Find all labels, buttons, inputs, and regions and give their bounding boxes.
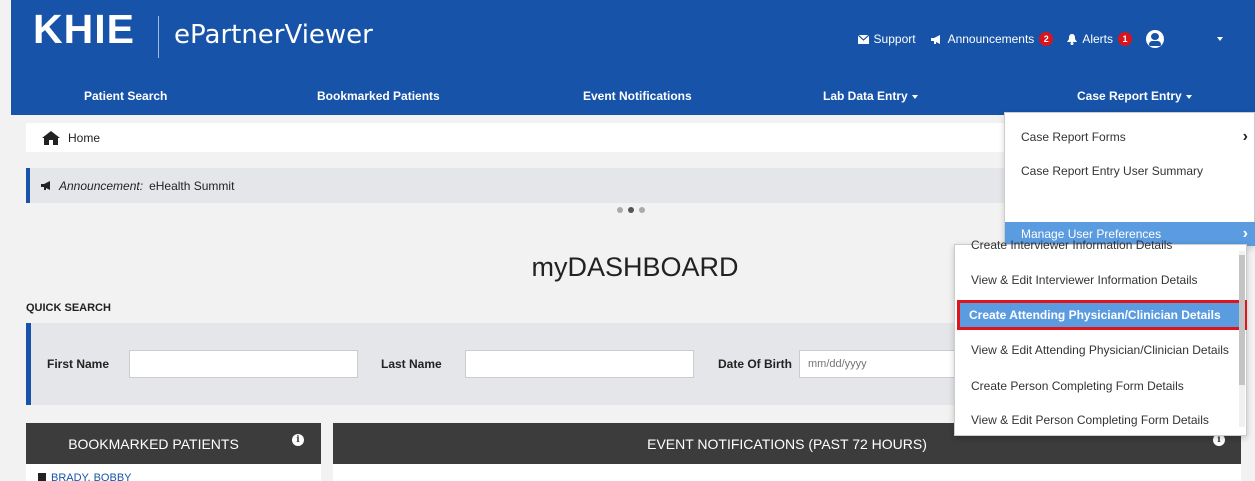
scrollbar-thumb[interactable]	[1239, 255, 1245, 385]
info-icon[interactable]: i	[292, 434, 304, 446]
nav-case-report-entry[interactable]: Case Report Entry	[1077, 83, 1192, 115]
chevron-down-icon	[1185, 94, 1192, 99]
chevron-right-icon: ›	[1242, 128, 1248, 145]
nav-case-report-entry-label: Case Report Entry	[1077, 89, 1182, 103]
megaphone-icon	[41, 181, 50, 190]
submenu-scrollbar[interactable]	[1239, 251, 1245, 427]
carousel-dot[interactable]	[617, 207, 623, 213]
quick-search-label: QUICK SEARCH	[26, 302, 111, 314]
home-icon	[42, 130, 60, 145]
submenu-item-view-edit-interviewer-info[interactable]: View & Edit Interviewer Information Deta…	[955, 265, 1239, 295]
nav-lab-data-entry[interactable]: Lab Data Entry	[823, 83, 918, 115]
submenu-item-create-interviewer-info[interactable]: Create Interviewer Information Details	[955, 230, 1239, 260]
announcement-prefix: Announcement:	[59, 178, 144, 193]
submenu-item-create-person-completing-form[interactable]: Create Person Completing Form Details	[955, 371, 1239, 401]
announcement-text[interactable]: eHealth Summit	[149, 179, 234, 193]
bookmarked-patient-name: BRADY, BOBBY	[51, 472, 132, 481]
menu-item-case-report-entry-user-summary[interactable]: Case Report Entry User Summary	[1005, 153, 1255, 189]
announcements-label: Announcements	[947, 32, 1035, 46]
bookmarked-patients-title: BOOKMARKED PATIENTS	[68, 435, 239, 452]
alerts-link[interactable]: Alerts 1	[1067, 32, 1132, 46]
submenu-item-create-attending-physician[interactable]: Create Attending Physician/Clinician Det…	[957, 300, 1247, 330]
last-name-label: Last Name	[381, 357, 442, 371]
support-label: Support	[873, 32, 916, 46]
first-name-label: First Name	[47, 357, 110, 371]
top-header: KHIE ePartnerViewer Support Announcement…	[11, 0, 1255, 83]
logo-divider	[158, 16, 159, 58]
manage-user-preferences-submenu: Create Interviewer Information Details V…	[954, 238, 1247, 436]
nav-bookmarked-patients[interactable]: Bookmarked Patients	[317, 83, 440, 115]
event-notifications-title: EVENT NOTIFICATIONS (PAST 72 HOURS)	[647, 435, 927, 452]
envelope-icon	[857, 34, 869, 44]
khie-logo[interactable]: KHIE	[33, 6, 135, 53]
main-navigation: Patient Search Bookmarked Patients Event…	[11, 83, 1255, 115]
bookmarked-patient-item[interactable]: BRADY, BOBBY	[38, 472, 132, 481]
chevron-right-icon: ›	[1242, 225, 1248, 242]
menu-item-label: Case Report Forms	[1021, 130, 1126, 144]
chevron-down-icon	[911, 94, 918, 99]
announcements-link[interactable]: Announcements 2	[930, 32, 1054, 46]
breadcrumb-home-link[interactable]: Home	[68, 131, 100, 145]
bookmark-icon	[38, 473, 46, 481]
support-link[interactable]: Support	[857, 32, 916, 46]
first-name-input[interactable]	[129, 350, 358, 378]
date-of-birth-label: Date Of Birth	[718, 357, 793, 371]
announcements-count-badge: 2	[1039, 32, 1054, 46]
bell-icon	[1067, 33, 1078, 45]
carousel-dot[interactable]	[639, 207, 645, 213]
user-menu-caret-icon	[1217, 37, 1223, 41]
carousel-indicators	[617, 207, 645, 213]
case-report-entry-dropdown: Case Report Forms › Case Report Entry Us…	[1004, 112, 1255, 246]
bookmarked-patients-panel-header: BOOKMARKED PATIENTS	[26, 423, 321, 464]
alerts-label: Alerts	[1082, 32, 1113, 46]
submenu-item-view-edit-person-completing-form[interactable]: View & Edit Person Completing Form Detai…	[955, 405, 1239, 435]
user-avatar-icon	[1146, 30, 1164, 48]
app-title: ePartnerViewer	[174, 20, 373, 50]
alerts-count-badge: 1	[1118, 32, 1132, 46]
carousel-dot-active[interactable]	[628, 207, 634, 213]
top-utility-nav: Support Announcements 2 Alerts 1	[857, 30, 1223, 48]
date-of-birth-input[interactable]	[799, 350, 959, 378]
event-notifications-panel-body	[333, 464, 1241, 481]
nav-event-notifications[interactable]: Event Notifications	[583, 83, 692, 115]
megaphone-icon	[930, 34, 940, 44]
submenu-item-view-edit-attending-physician[interactable]: View & Edit Attending Physician/Clinicia…	[955, 335, 1239, 365]
menu-item-case-report-forms[interactable]: Case Report Forms ›	[1005, 119, 1255, 155]
nav-patient-search[interactable]: Patient Search	[84, 83, 167, 115]
nav-lab-data-entry-label: Lab Data Entry	[823, 89, 908, 103]
user-menu[interactable]	[1146, 30, 1223, 48]
last-name-input[interactable]	[465, 350, 694, 378]
